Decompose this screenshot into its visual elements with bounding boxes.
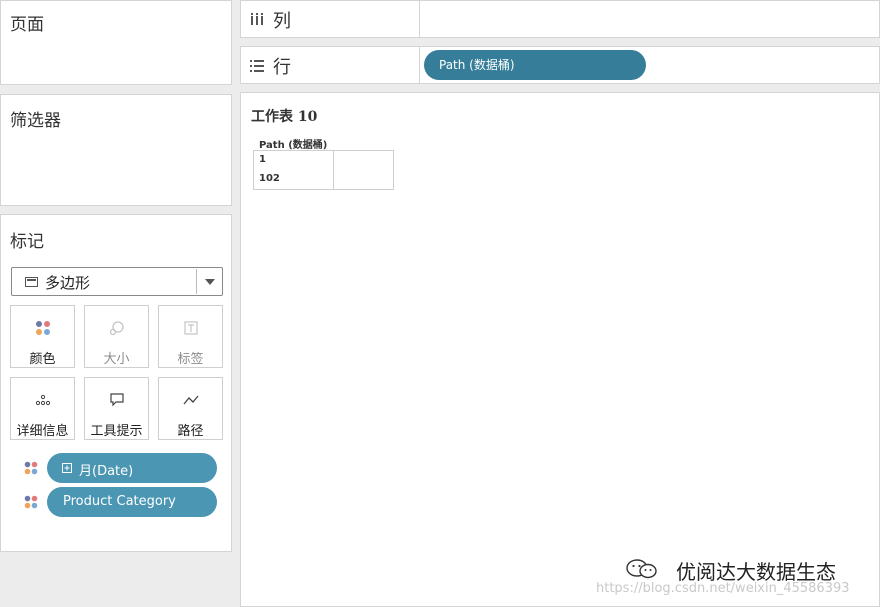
crosstab-divider (333, 151, 334, 189)
plus-box-icon[interactable] (62, 463, 72, 473)
wechat-icon (626, 559, 657, 579)
rows-icon (250, 60, 264, 72)
pages-title: 页面 (10, 15, 44, 35)
columns-shelf-header: 列 (241, 1, 420, 37)
marks-title: 标记 (10, 232, 44, 252)
label-icon (183, 321, 198, 335)
color-dots-icon (24, 461, 38, 475)
date-month-pill-label: 月(Date) (79, 464, 134, 479)
date-month-pill[interactable]: 月(Date) (47, 453, 217, 483)
columns-icon (251, 13, 263, 25)
label-button-label: 标签 (177, 352, 204, 367)
color-dots-icon (24, 495, 38, 509)
marks-card: 标记 多边形 颜色 大小 标签 详细信息 工具提示 路径 月(Date) Pro… (0, 214, 232, 552)
product-category-pill-label: Product Category (63, 494, 176, 509)
polygon-mark-icon (25, 277, 38, 287)
tooltip-icon (109, 393, 124, 407)
filters-title: 筛选器 (10, 111, 61, 131)
worksheet-view[interactable]: 工作表 10 Path (数据桶) 1 102 (240, 92, 880, 607)
path-bin-pill[interactable]: Path (数据桶) (424, 50, 646, 80)
crosstab: 1 102 (253, 150, 394, 190)
size-button-label: 大小 (103, 352, 130, 367)
pages-card[interactable]: 页面 (0, 0, 232, 85)
tooltip-button-label: 工具提示 (90, 424, 143, 439)
row-value[interactable]: 102 (259, 173, 280, 184)
rows-shelf-header: 行 (241, 47, 420, 83)
columns-shelf-label: 列 (273, 11, 291, 32)
product-category-pill[interactable]: Product Category (47, 487, 217, 517)
row-header-label: Path (数据桶) (259, 140, 328, 151)
chevron-down-icon[interactable] (205, 279, 215, 285)
path-button[interactable]: 路径 (158, 377, 223, 440)
path-button-label: 路径 (177, 424, 204, 439)
color-button-label: 颜色 (29, 352, 56, 367)
label-button[interactable]: 标签 (158, 305, 223, 368)
row-value[interactable]: 1 (259, 154, 266, 165)
path-icon (183, 395, 198, 405)
size-icon (109, 321, 124, 336)
detail-icon (35, 394, 50, 406)
detail-button-label: 详细信息 (16, 424, 69, 439)
url-watermark: https://blog.csdn.net/weixin_45586393 (596, 581, 850, 596)
mark-type-dropdown[interactable]: 多边形 (11, 267, 223, 296)
filters-card[interactable]: 筛选器 (0, 94, 232, 206)
rows-shelf-label: 行 (273, 57, 291, 78)
sheet-title: 工作表 10 (251, 109, 318, 125)
color-button[interactable]: 颜色 (10, 305, 75, 368)
size-button[interactable]: 大小 (84, 305, 149, 368)
columns-shelf[interactable]: 列 (240, 0, 880, 38)
path-bin-pill-label: Path (数据桶) (439, 58, 515, 72)
dropdown-separator (196, 269, 197, 294)
color-dots-icon (35, 321, 50, 335)
detail-button[interactable]: 详细信息 (10, 377, 75, 440)
mark-type-label: 多边形 (45, 274, 91, 292)
rows-shelf[interactable]: 行 Path (数据桶) (240, 46, 880, 84)
tooltip-button[interactable]: 工具提示 (84, 377, 149, 440)
